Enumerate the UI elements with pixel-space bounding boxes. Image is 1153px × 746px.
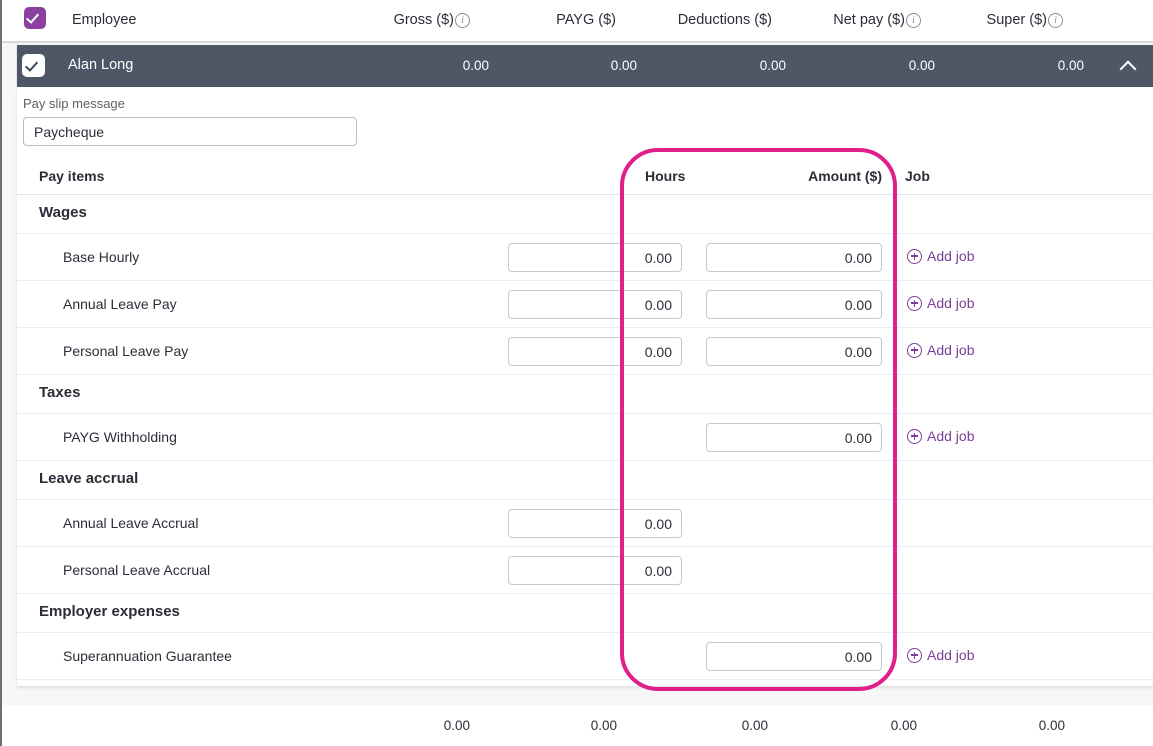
- column-header-hours: Hours: [645, 168, 685, 184]
- add-job-button[interactable]: Add job: [907, 342, 974, 358]
- column-header-gross-label: Gross ($): [394, 12, 454, 28]
- column-header-payg: PAYG ($): [556, 12, 616, 28]
- pay-item-row: Base Hourly Add job: [17, 234, 1153, 281]
- add-job-button[interactable]: Add job: [907, 647, 974, 663]
- plus-circle-icon: [907, 429, 922, 444]
- column-header-net-pay: Net pay ($)i: [833, 12, 921, 28]
- select-all-checkbox[interactable]: [24, 7, 46, 29]
- amount-input[interactable]: [706, 642, 882, 671]
- employee-name: Alan Long: [68, 57, 133, 73]
- pay-item-name: Base Hourly: [63, 249, 139, 265]
- amount-input[interactable]: [706, 243, 882, 272]
- pay-item-row: Superannuation Guarantee Add job: [17, 633, 1153, 680]
- employee-payg-value: 0.00: [611, 58, 637, 73]
- pay-item-row: Annual Leave Accrual: [17, 500, 1153, 547]
- column-header-employee: Employee: [72, 12, 136, 28]
- add-job-button[interactable]: Add job: [907, 428, 974, 444]
- pay-items-table: Pay items Hours Amount ($) Job Wages Base…: [17, 163, 1153, 680]
- pay-item-row: Personal Leave Accrual: [17, 547, 1153, 594]
- pay-item-name: Personal Leave Pay: [63, 343, 188, 359]
- amount-input[interactable]: [706, 423, 882, 452]
- add-job-button[interactable]: Add job: [907, 295, 974, 311]
- pay-slip-message-input[interactable]: [23, 117, 357, 146]
- total-net-pay: 0.00: [891, 718, 917, 733]
- pay-item-name: Superannuation Guarantee: [63, 648, 232, 664]
- add-job-label: Add job: [927, 248, 974, 264]
- column-header-gross: Gross ($)i: [394, 12, 470, 28]
- employee-row-checkbox[interactable]: [22, 54, 45, 77]
- plus-circle-icon: [907, 296, 922, 311]
- pay-item-section-header: Wages: [17, 195, 1153, 234]
- hours-input[interactable]: [508, 290, 682, 319]
- checkmark-icon: [25, 58, 38, 72]
- column-header-net-pay-label: Net pay ($): [833, 12, 905, 28]
- hours-input[interactable]: [508, 243, 682, 272]
- section-title: Taxes: [39, 384, 80, 401]
- column-header-super: Super ($)i: [987, 12, 1063, 28]
- pay-slip-message-label: Pay slip message: [23, 96, 125, 111]
- plus-circle-icon: [907, 343, 922, 358]
- column-header-pay-items: Pay items: [39, 168, 104, 184]
- employee-net-pay-value: 0.00: [909, 58, 935, 73]
- plus-circle-icon: [907, 648, 922, 663]
- info-icon[interactable]: i: [906, 13, 921, 28]
- plus-circle-icon: [907, 249, 922, 264]
- pay-item-name: Annual Leave Pay: [63, 296, 177, 312]
- pay-item-name: Annual Leave Accrual: [63, 515, 198, 531]
- section-title: Wages: [39, 204, 87, 221]
- total-gross: 0.00: [444, 718, 470, 733]
- section-title: Employer expenses: [39, 603, 180, 620]
- employee-row-alan-long[interactable]: Alan Long 0.00 0.00 0.00 0.00 0.00: [17, 45, 1153, 87]
- column-header-deductions: Deductions ($): [678, 12, 772, 28]
- pay-item-row: PAYG Withholding Add job: [17, 414, 1153, 461]
- pay-item-section-header: Leave accrual: [17, 461, 1153, 500]
- amount-input[interactable]: [706, 337, 882, 366]
- pay-item-row: Personal Leave Pay Add job: [17, 328, 1153, 375]
- header-divider: [2, 41, 1153, 43]
- employee-detail-panel: Pay slip message Pay items Hours Amount …: [17, 87, 1153, 686]
- add-job-button[interactable]: Add job: [907, 248, 974, 264]
- info-icon[interactable]: i: [1048, 13, 1063, 28]
- total-super: 0.00: [1039, 718, 1065, 733]
- column-header-super-label: Super ($): [987, 12, 1047, 28]
- add-job-label: Add job: [927, 342, 974, 358]
- window-left-border: [0, 0, 2, 746]
- pay-item-section-header: Taxes: [17, 375, 1153, 414]
- employee-super-value: 0.00: [1058, 58, 1084, 73]
- payroll-pay-run-screen: Employee Gross ($)i PAYG ($) Deductions …: [0, 0, 1153, 746]
- totals-footer: 0.00 0.00 0.00 0.00 0.00: [2, 705, 1153, 746]
- employee-deductions-value: 0.00: [760, 58, 786, 73]
- column-header-amount: Amount ($): [807, 168, 882, 184]
- pay-items-table-header: Pay items Hours Amount ($) Job: [17, 163, 1153, 195]
- total-deductions: 0.00: [742, 718, 768, 733]
- column-header-job: Job: [905, 168, 930, 184]
- checkmark-icon: [26, 10, 39, 24]
- pay-item-name: PAYG Withholding: [63, 429, 177, 445]
- total-payg: 0.00: [591, 718, 617, 733]
- add-job-label: Add job: [927, 428, 974, 444]
- chevron-up-icon[interactable]: [1121, 59, 1135, 73]
- amount-input[interactable]: [706, 290, 882, 319]
- info-icon[interactable]: i: [455, 13, 470, 28]
- section-title: Leave accrual: [39, 470, 138, 487]
- pay-item-section-header: Employer expenses: [17, 594, 1153, 633]
- hours-input[interactable]: [508, 556, 682, 585]
- add-job-label: Add job: [927, 647, 974, 663]
- pay-item-name: Personal Leave Accrual: [63, 562, 210, 578]
- table-column-header: Employee Gross ($)i PAYG ($) Deductions …: [2, 0, 1153, 41]
- hours-input[interactable]: [508, 337, 682, 366]
- employee-gross-value: 0.00: [463, 58, 489, 73]
- add-job-label: Add job: [927, 295, 974, 311]
- pay-item-row: Annual Leave Pay Add job: [17, 281, 1153, 328]
- hours-input[interactable]: [508, 509, 682, 538]
